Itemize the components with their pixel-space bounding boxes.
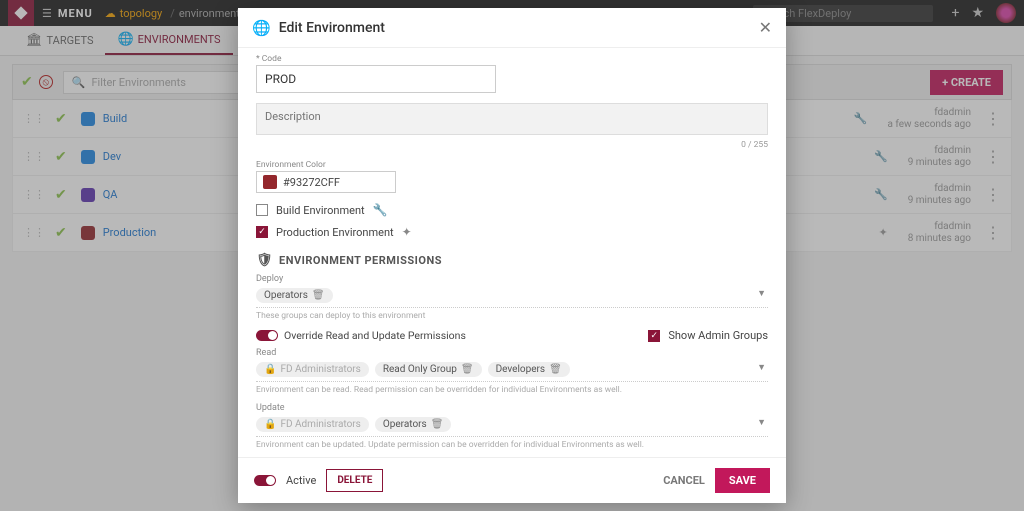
globe-icon: 🌐 (252, 19, 271, 37)
save-button[interactable]: SAVE (715, 468, 770, 493)
cancel-button[interactable]: CANCEL (663, 474, 705, 487)
edit-environment-modal: 🌐 Edit Environment ✕ * Code 0 / 255 Envi… (238, 8, 786, 503)
deploy-label: Deploy (256, 274, 768, 284)
chip[interactable]: Operators🗑 (375, 417, 452, 432)
chip-delete-icon[interactable]: 🗑 (431, 419, 444, 430)
update-label: Update (256, 403, 768, 413)
checkbox-checked[interactable]: ✓ (256, 226, 268, 238)
sparkle-icon: ✦ (402, 225, 412, 239)
toggle-on[interactable] (254, 475, 276, 486)
update-chips[interactable]: 🔒FD Administrators Operators🗑 ▼ (256, 413, 768, 437)
read-label: Read (256, 348, 768, 358)
lock-icon: 🔒 (264, 419, 276, 430)
read-help: Environment can be read. Read permission… (256, 385, 768, 395)
modal-footer: Active DELETE CANCEL SAVE (238, 457, 786, 503)
read-chips[interactable]: 🔒FD Administrators Read Only Group🗑 Develo… (256, 358, 768, 382)
modal-body: * Code 0 / 255 Environment Color #93272C… (238, 48, 786, 457)
modal-header: 🌐 Edit Environment ✕ (238, 8, 786, 48)
wrench-icon: 🔧 (373, 203, 388, 217)
chip-delete-icon[interactable]: 🗑 (312, 290, 325, 301)
code-input[interactable] (256, 65, 496, 93)
shield-icon: 🛡 (256, 253, 273, 268)
show-admin-checkbox-row[interactable]: ✓ Show Admin Groups (648, 329, 768, 342)
chip[interactable]: 🔒FD Administrators (256, 362, 369, 377)
chevron-down-icon[interactable]: ▼ (757, 362, 766, 373)
prod-env-checkbox-row[interactable]: ✓ Production Environment ✦ (256, 225, 768, 239)
override-label: Override Read and Update Permissions (284, 329, 466, 342)
modal-title: Edit Environment (279, 20, 385, 36)
chip-operators[interactable]: Operators🗑 (256, 288, 333, 303)
toggle-on[interactable] (256, 330, 278, 341)
build-env-checkbox-row[interactable]: Build Environment 🔧 (256, 203, 768, 217)
delete-button[interactable]: DELETE (326, 469, 383, 492)
active-toggle-row[interactable]: Active (254, 474, 316, 487)
override-toggle-row[interactable]: Override Read and Update Permissions (256, 329, 466, 342)
description-input[interactable] (256, 103, 768, 135)
update-help: Environment can be updated. Update permi… (256, 440, 768, 450)
close-icon[interactable]: ✕ (759, 18, 772, 37)
active-label: Active (286, 474, 316, 487)
char-counter: 0 / 255 (256, 140, 768, 150)
show-admin-label: Show Admin Groups (668, 329, 768, 342)
permissions-header: 🛡 ENVIRONMENT PERMISSIONS (256, 253, 768, 268)
chip[interactable]: Developers🗑 (488, 362, 570, 377)
prod-env-label: Production Environment (276, 226, 394, 239)
checkbox-checked[interactable]: ✓ (648, 330, 660, 342)
deploy-help: These groups can deploy to this environm… (256, 311, 768, 321)
checkbox-unchecked[interactable] (256, 204, 268, 216)
chip-delete-icon[interactable]: 🗑 (549, 364, 562, 375)
chip[interactable]: 🔒FD Administrators (256, 417, 369, 432)
color-swatch (263, 175, 277, 189)
code-label: * Code (256, 54, 768, 64)
chevron-down-icon[interactable]: ▼ (757, 417, 766, 428)
build-env-label: Build Environment (276, 204, 365, 217)
color-input[interactable]: #93272CFF (256, 171, 396, 193)
chevron-down-icon[interactable]: ▼ (757, 288, 766, 299)
color-value: #93272CFF (283, 176, 340, 189)
color-label: Environment Color (256, 160, 768, 170)
lock-icon: 🔒 (264, 364, 276, 375)
chip[interactable]: Read Only Group🗑 (375, 362, 482, 377)
deploy-chips[interactable]: Operators🗑 ▼ (256, 284, 768, 308)
chip-delete-icon[interactable]: 🗑 (461, 364, 474, 375)
